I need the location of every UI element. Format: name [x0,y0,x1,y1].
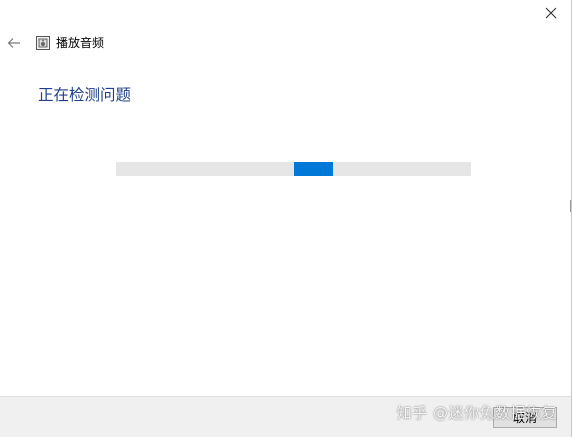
back-arrow-icon [7,38,20,48]
page-heading: 正在检测问题 [38,86,132,104]
cancel-button[interactable]: 取消 [493,407,557,428]
progress-bar [116,162,471,176]
progress-indicator [293,162,333,176]
troubleshooter-window: 播放音频 正在检测问题 取消 知乎 @迷你兔数据恢复 [0,0,572,437]
footer-bar: 取消 [0,396,571,437]
window-title: 播放音频 [56,36,105,50]
back-button[interactable] [4,35,24,51]
close-icon [545,7,557,19]
speaker-troubleshooter-icon [36,36,50,50]
window-title-bar: 播放音频 [36,34,104,52]
close-button[interactable] [539,2,563,24]
window-edge-marker [570,200,571,212]
